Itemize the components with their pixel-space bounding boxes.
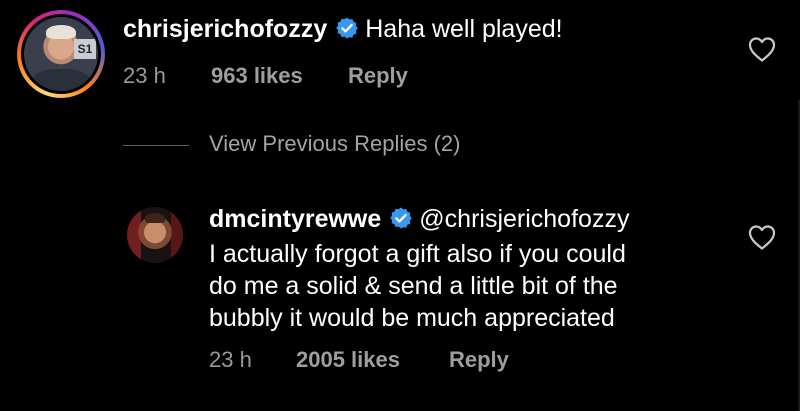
reply-reply-button[interactable]: Reply (449, 347, 509, 373)
avatar-shirt (32, 69, 90, 91)
avatar-dmcintyrewwe[interactable] (127, 207, 183, 263)
comment-reply-button[interactable]: Reply (348, 63, 408, 89)
avatar-background-sign: S1 (74, 39, 96, 59)
verified-badge-icon (389, 206, 413, 238)
reply-timestamp: 23 h (209, 347, 252, 372)
heart-outline-icon[interactable] (748, 224, 776, 250)
reply-username[interactable]: dmcintyrewwe (209, 205, 381, 233)
avatar-chrisjerichofozzy[interactable]: S1 (24, 17, 98, 91)
heart-outline-icon[interactable] (748, 36, 776, 62)
reply-meta: 23 h 2005 likes Reply (209, 347, 509, 373)
reply-text-line: do me a solid & send a little bit of the (209, 272, 618, 300)
avatar-hair (145, 213, 165, 223)
verified-badge-icon (335, 16, 359, 48)
comment-meta: 23 h 963 likes Reply (123, 63, 408, 89)
comment-text: Haha well played! (365, 15, 563, 43)
comment-timestamp: 23 h (123, 63, 166, 88)
reply-text-line: bubbly it would be much appreciated (209, 304, 615, 332)
avatar-hair (46, 25, 76, 39)
avatar-red-light (127, 207, 141, 263)
reply-header-line: dmcintyrewwe @chrisjerichofozzy (209, 203, 629, 238)
reply-likes-count[interactable]: 2005 likes (296, 347, 449, 373)
comment-body: chrisjerichofozzy Haha well played! (123, 13, 563, 48)
avatar-ring-gap: S1 (21, 14, 101, 94)
reply-body: dmcintyrewwe @chrisjerichofozzy I actuall… (209, 203, 629, 334)
avatar-red-light (171, 207, 183, 263)
comment-likes-count[interactable]: 963 likes (211, 63, 348, 89)
reply-mention-link[interactable]: @chrisjerichofozzy (419, 205, 629, 233)
view-previous-divider (123, 145, 189, 146)
reply-text-line: I actually forgot a gift also if you cou… (209, 240, 626, 268)
comment-username[interactable]: chrisjerichofozzy (123, 15, 327, 43)
avatar-story-ring[interactable]: S1 (17, 10, 105, 98)
view-previous-replies-button[interactable]: View Previous Replies (2) (209, 131, 460, 157)
